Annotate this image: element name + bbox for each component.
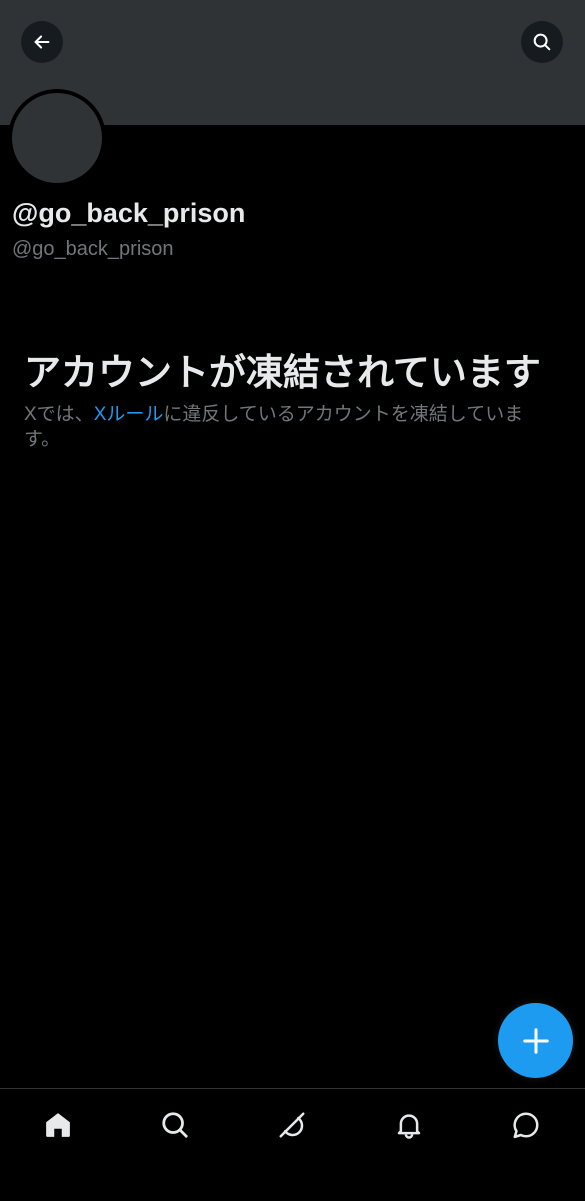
plus-icon: [522, 1027, 549, 1054]
nav-grok[interactable]: [267, 1103, 317, 1147]
home-icon: [46, 1113, 70, 1137]
profile-display-name: @go_back_prison: [12, 198, 246, 228]
search-icon: [162, 1112, 188, 1138]
suspended-desc-before: Xでは、: [24, 404, 94, 425]
suspended-title: アカウントが凍結されています: [24, 352, 541, 393]
avatar[interactable]: [8, 89, 106, 187]
profile-handle: @go_back_prison: [12, 238, 174, 260]
arrow-left-icon: [34, 35, 50, 49]
x-rules-link[interactable]: Xルール: [94, 404, 164, 425]
suspended-description: Xでは、Xルールに違反しているアカウントを凍結しています。: [24, 402, 559, 452]
message-icon: [513, 1112, 539, 1139]
compose-button[interactable]: [498, 1003, 573, 1078]
nav-search[interactable]: [150, 1103, 200, 1147]
search-button[interactable]: [521, 21, 563, 63]
bottom-navigation: [0, 1088, 585, 1201]
nav-messages[interactable]: [501, 1103, 551, 1147]
grok-icon: [279, 1112, 305, 1138]
nav-home[interactable]: [33, 1103, 83, 1147]
search-icon: [533, 33, 551, 51]
bell-icon: [397, 1114, 421, 1139]
back-button[interactable]: [21, 21, 63, 63]
nav-notifications[interactable]: [384, 1103, 434, 1147]
